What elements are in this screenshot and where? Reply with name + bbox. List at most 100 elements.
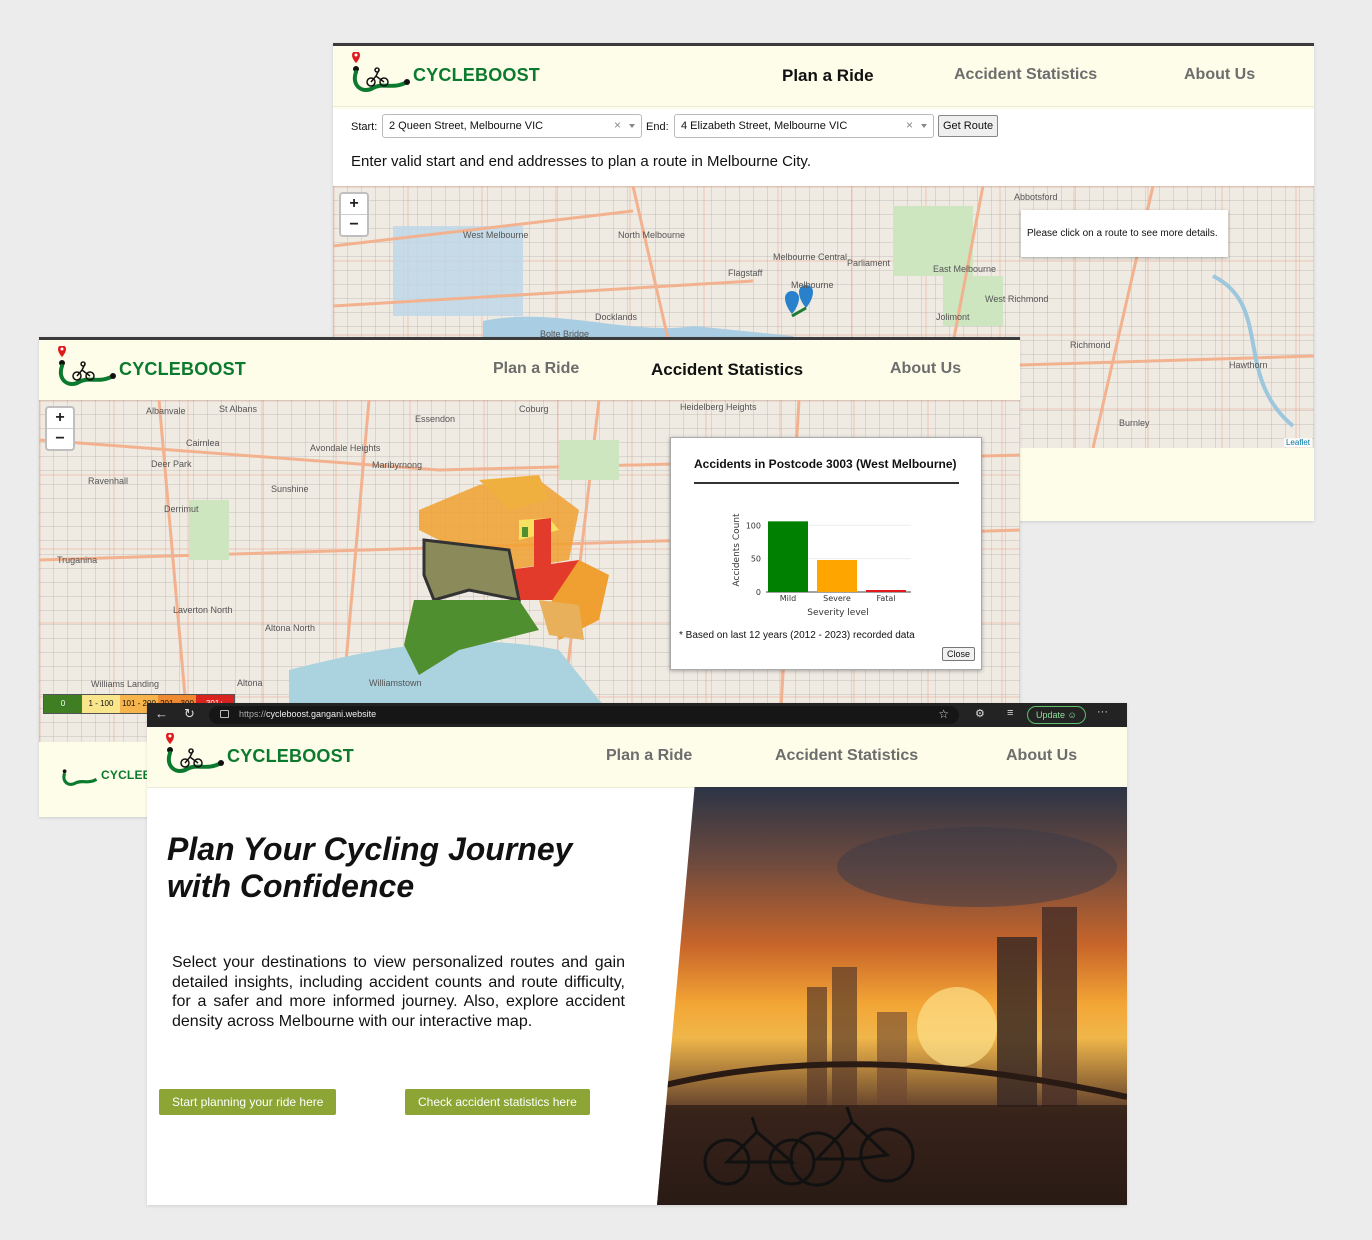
end-address-select[interactable]: 4 Elizabeth Street, Melbourne VIC × — [674, 114, 934, 138]
end-label: End: — [646, 121, 669, 133]
route-map-label: Abbotsford — [1014, 192, 1058, 202]
nav-about-us[interactable]: About Us — [1184, 66, 1255, 84]
route-map-label: Flagstaff — [728, 268, 763, 278]
cyclist-route-logo-icon — [62, 769, 98, 786]
start-chevron-down-icon[interactable] — [629, 124, 635, 128]
city-skyline-bridge-bicycles — [657, 827, 1127, 1205]
route-map-zoom-in-button[interactable]: + — [341, 194, 367, 215]
planner-instructions: Enter valid start and end addresses to p… — [351, 153, 811, 170]
popup-title: Accidents in Postcode 3003 (West Melbour… — [694, 457, 957, 471]
site-header: CYCLEBOOST Plan a Ride Accident Statisti… — [147, 727, 1127, 788]
route-map-label: Docklands — [595, 312, 638, 322]
stats-map-label: Williams Landing — [91, 679, 160, 689]
route-map-zoom-out-button[interactable]: − — [341, 215, 367, 235]
brand-name: CYCLEBOOST — [227, 745, 355, 766]
stats-map-label: Truganina — [57, 555, 98, 565]
stats-map-label: Derrimut — [164, 504, 199, 514]
update-button[interactable]: Update ☺ — [1027, 706, 1086, 724]
nav-about-us[interactable]: About Us — [890, 360, 961, 378]
route-form: Start: 2 Queen Street, Melbourne VIC × E… — [333, 109, 1314, 186]
route-map-label: Hawthorn — [1229, 360, 1268, 370]
stats-map-label: Altona — [237, 678, 263, 688]
stats-map-label: Avondale Heights — [310, 443, 381, 453]
home-window: ← ↻ https://cycleboost.gangani.website ☆… — [147, 703, 1127, 1205]
chart-x-axis-label: Severity level — [807, 608, 868, 618]
brand-name: CYCLEBOOST — [119, 358, 247, 379]
chart-bar-severe — [817, 560, 857, 592]
site-header: CYCLEBOOST Plan a Ride Accident Statisti… — [39, 340, 1020, 401]
accident-popup: Accidents in Postcode 3003 (West Melbour… — [670, 437, 982, 670]
legend-bin: 0 — [44, 695, 82, 713]
chart-y-tick-label: 0 — [756, 588, 761, 597]
nav-accident-statistics[interactable]: Accident Statistics — [651, 360, 803, 380]
brand-logo[interactable]: CYCLEBOOST — [347, 52, 540, 98]
start-planning-button[interactable]: Start planning your ride here — [159, 1089, 337, 1115]
stats-map-label: Essendon — [415, 414, 456, 424]
chart-x-tick-label: Mild — [780, 594, 796, 603]
nav-accident-statistics[interactable]: Accident Statistics — [954, 66, 1097, 84]
extensions-icon[interactable]: ⚙ — [975, 707, 985, 720]
stats-map-label: Maribyrnong — [372, 460, 423, 470]
chart-x-tick-label: Severe — [823, 594, 851, 603]
stats-map-zoom-control: + − — [45, 406, 75, 451]
brand-name: CYCLEBOOST — [413, 64, 541, 85]
stats-map-label: Deer Park — [151, 459, 192, 469]
cyclist-route-logo-icon — [352, 52, 410, 92]
cyclist-route-logo-icon — [166, 733, 224, 773]
end-address-value: 4 Elizabeth Street, Melbourne VIC — [681, 120, 848, 132]
brand-logo[interactable]: CYCLEBOOST — [161, 733, 354, 779]
more-menu-icon[interactable]: ··· — [1097, 706, 1108, 718]
route-map-label: Richmond — [1070, 340, 1111, 350]
hero-sunset-image — [657, 787, 1127, 1205]
chart-bar-mild — [768, 521, 808, 592]
nav-plan-ride[interactable]: Plan a Ride — [782, 66, 874, 86]
route-map-label: West Richmond — [985, 294, 1049, 304]
stats-map-zoom-in-button[interactable]: + — [47, 408, 73, 429]
map-attribution[interactable]: Leaflet — [1283, 438, 1312, 447]
stats-map-label: Albanvale — [146, 406, 186, 416]
stats-map-label: St Albans — [219, 404, 258, 414]
stats-map-label: Williamstown — [369, 678, 422, 688]
brand-logo[interactable]: CYCLEBOOST — [53, 346, 246, 392]
route-map-label: Melbourne Central — [773, 252, 848, 262]
back-arrow-icon[interactable]: ← — [155, 706, 168, 721]
browser-toolbar: ← ↻ https://cycleboost.gangani.website ☆… — [147, 703, 1127, 727]
nav-plan-ride[interactable]: Plan a Ride — [493, 360, 579, 378]
site-header: CYCLEBOOST Plan a Ride Accident Statisti… — [333, 46, 1314, 107]
nav-about-us[interactable]: About Us — [1006, 747, 1077, 765]
nav-plan-ride[interactable]: Plan a Ride — [606, 747, 692, 765]
lock-icon — [220, 710, 229, 718]
chart-y-tick-label: 100 — [746, 521, 761, 530]
address-bar[interactable]: https://cycleboost.gangani.website ☆ — [209, 706, 959, 724]
chart-x-tick-label: Fatal — [876, 594, 895, 603]
stats-map-label: Cairnlea — [186, 438, 220, 448]
nav-accident-statistics[interactable]: Accident Statistics — [775, 747, 918, 765]
reload-icon[interactable]: ↻ — [184, 706, 195, 722]
route-map-label: Burnley — [1119, 418, 1150, 428]
chart-bar-fatal — [866, 590, 906, 592]
chart-y-axis-label: Accidents Count — [732, 513, 742, 587]
favorite-star-icon[interactable]: ☆ — [938, 707, 949, 721]
end-clear-icon[interactable]: × — [906, 118, 913, 132]
check-statistics-button[interactable]: Check accident statistics here — [405, 1089, 590, 1115]
end-chevron-down-icon[interactable] — [921, 124, 927, 128]
start-address-select[interactable]: 2 Queen Street, Melbourne VIC × — [382, 114, 642, 138]
start-address-value: 2 Queen Street, Melbourne VIC — [389, 120, 544, 132]
start-clear-icon[interactable]: × — [614, 118, 621, 132]
favorites-list-icon[interactable]: ≡ — [1007, 707, 1013, 719]
url-text: https://cycleboost.gangani.website — [239, 709, 377, 719]
stats-map-label: Sunshine — [271, 484, 309, 494]
route-map-label: Parliament — [847, 258, 891, 268]
stats-map-zoom-out-button[interactable]: − — [47, 429, 73, 449]
hero-description: Select your destinations to view persona… — [172, 954, 625, 1030]
route-map-label: West Melbourne — [463, 230, 529, 240]
hero-title-line1: Plan Your Cycling Journey — [167, 831, 573, 867]
popup-close-button[interactable]: Close — [941, 647, 975, 661]
stats-map-label: Altona North — [265, 623, 316, 633]
get-route-button[interactable]: Get Route — [938, 115, 999, 137]
stats-map-label: Coburg — [519, 404, 549, 414]
start-label: Start: — [351, 121, 378, 133]
route-map-label: North Melbourne — [618, 230, 686, 240]
popup-title-divider — [694, 482, 959, 484]
hero-title-line2: with Confidence — [167, 868, 415, 904]
